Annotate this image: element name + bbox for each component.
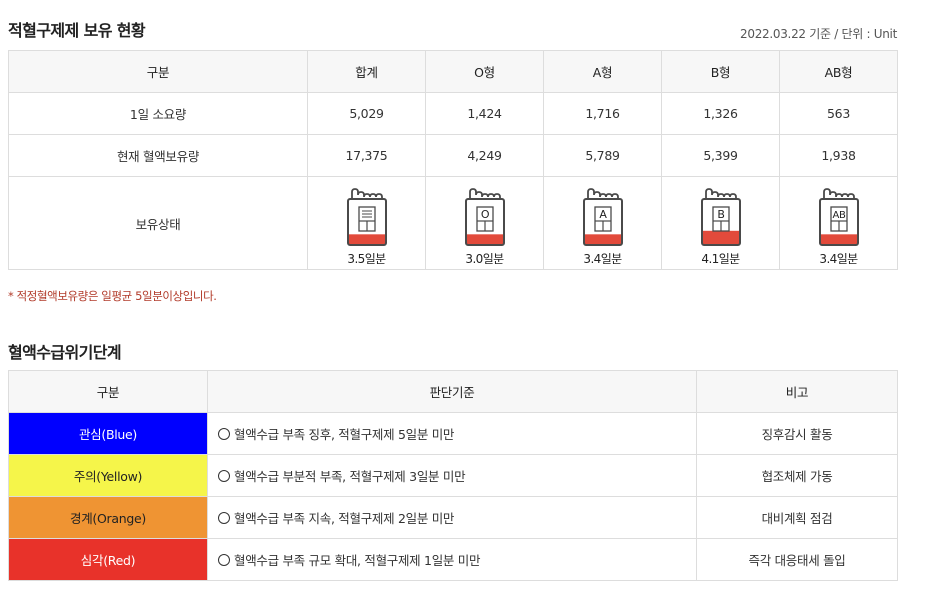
blood-bag-icon: A — [582, 188, 623, 246]
blood-type-label: B — [717, 208, 724, 221]
row-label-current-stock: 현재 혈액보유량 — [8, 134, 308, 177]
cell-value: 563 — [779, 92, 898, 135]
cell-value: 17,375 — [307, 134, 426, 177]
date-unit-label: 2022.03.22 기준 / 단위 : Unit — [740, 27, 897, 41]
criteria-text: 혈액수급 부족 지속, 적혈구제제 2일분 미만 — [234, 511, 455, 526]
table-header-row: 구분 판단기준 비고 — [8, 370, 898, 413]
blood-stock-table: 구분 합계 O형 A형 B형 AB형 1일 소요량 5,029 1,424 1,… — [8, 50, 898, 270]
cell-value: 1,716 — [543, 92, 662, 135]
cell-value: 5,399 — [661, 134, 780, 177]
status-cell: O 3.0일분 — [425, 176, 544, 270]
cell-value: 1,326 — [661, 92, 780, 135]
criteria-text: 혈액수급 부족 징후, 적혈구제제 5일분 미만 — [234, 427, 455, 442]
header-type-ab: AB형 — [779, 50, 898, 93]
stock-days-label: 4.1일분 — [701, 252, 740, 266]
header-type-b: B형 — [661, 50, 780, 93]
blood-type-label: A — [599, 208, 607, 221]
cell-value: 5,789 — [543, 134, 662, 177]
blood-type-label: AB — [832, 210, 846, 221]
header-total: 합계 — [307, 50, 426, 93]
blood-bag-icon — [346, 188, 387, 246]
status-cell: AB 3.4일분 — [779, 176, 898, 270]
table-row: 관심(Blue) 혈액수급 부족 징후, 적혈구제제 5일분 미만 징후감시 활… — [8, 412, 898, 455]
criteria-cell: 혈액수급 부족 규모 확대, 적혈구제제 1일분 미만 — [207, 538, 697, 581]
table-row: 경계(Orange) 혈액수급 부족 지속, 적혈구제제 2일분 미만 대비계획… — [8, 496, 898, 539]
stock-days-label: 3.4일분 — [583, 252, 622, 266]
circle-icon — [218, 554, 230, 566]
level-yellow: 주의(Yellow) — [8, 454, 208, 497]
crisis-level-table: 구분 판단기준 비고 관심(Blue) 혈액수급 부족 징후, 적혈구제제 5일… — [8, 370, 898, 581]
cell-value: 1,424 — [425, 92, 544, 135]
circle-icon — [218, 470, 230, 482]
blood-bag-icon: AB — [818, 188, 859, 246]
stock-days-label: 3.4일분 — [819, 252, 858, 266]
table-row: 1일 소요량 5,029 1,424 1,716 1,326 563 — [8, 92, 898, 135]
table-header-row: 구분 합계 O형 A형 B형 AB형 — [8, 50, 898, 93]
remark-cell: 즉각 대응태세 돌입 — [696, 538, 898, 581]
criteria-cell: 혈액수급 부족 지속, 적혈구제제 2일분 미만 — [207, 496, 697, 539]
table-row: 현재 혈액보유량 17,375 4,249 5,789 5,399 1,938 — [8, 134, 898, 177]
blood-bag-icon: O — [464, 188, 505, 246]
status-row: 보유상태 3.5일분 O 3.0일분 A 3.4일분 B 4.1일분 AB 3.4일분 — [8, 176, 898, 270]
level-orange: 경계(Orange) — [8, 496, 208, 539]
cell-value: 5,029 — [307, 92, 426, 135]
level-red: 심각(Red) — [8, 538, 208, 581]
status-cell: A 3.4일분 — [543, 176, 662, 270]
criteria-text: 혈액수급 부분적 부족, 적혈구제제 3일분 미만 — [234, 469, 466, 484]
criteria-cell: 혈액수급 부족 징후, 적혈구제제 5일분 미만 — [207, 412, 697, 455]
circle-icon — [218, 512, 230, 524]
remark-cell: 협조체제 가동 — [696, 454, 898, 497]
header-category: 구분 — [8, 50, 308, 93]
cell-value: 4,249 — [425, 134, 544, 177]
row-label-daily-need: 1일 소요량 — [8, 92, 308, 135]
remark-cell: 대비계획 점검 — [696, 496, 898, 539]
table-row: 주의(Yellow) 혈액수급 부분적 부족, 적혈구제제 3일분 미만 협조체… — [8, 454, 898, 497]
cell-value: 1,938 — [779, 134, 898, 177]
blood-bag-icon: B — [700, 188, 741, 246]
crisis-section-title: 혈액수급위기단계 — [8, 343, 122, 362]
header-category: 구분 — [8, 370, 208, 413]
stock-section-title: 적혈구제제 보유 현황 — [8, 21, 146, 40]
header-type-a: A형 — [543, 50, 662, 93]
circle-icon — [218, 428, 230, 440]
blood-type-label: O — [480, 208, 489, 221]
status-cell: 3.5일분 — [307, 176, 426, 270]
stock-days-label: 3.5일분 — [347, 252, 386, 266]
header-remark: 비고 — [696, 370, 898, 413]
row-label-status: 보유상태 — [8, 176, 308, 270]
criteria-cell: 혈액수급 부분적 부족, 적혈구제제 3일분 미만 — [207, 454, 697, 497]
stock-note: * 적정혈액보유량은 일평균 5일분이상입니다. — [8, 289, 217, 303]
level-blue: 관심(Blue) — [8, 412, 208, 455]
stock-days-label: 3.0일분 — [465, 252, 504, 266]
header-type-o: O형 — [425, 50, 544, 93]
header-criteria: 판단기준 — [207, 370, 697, 413]
status-cell: B 4.1일분 — [661, 176, 780, 270]
criteria-text: 혈액수급 부족 규모 확대, 적혈구제제 1일분 미만 — [234, 553, 481, 568]
remark-cell: 징후감시 활동 — [696, 412, 898, 455]
table-row: 심각(Red) 혈액수급 부족 규모 확대, 적혈구제제 1일분 미만 즉각 대… — [8, 538, 898, 581]
